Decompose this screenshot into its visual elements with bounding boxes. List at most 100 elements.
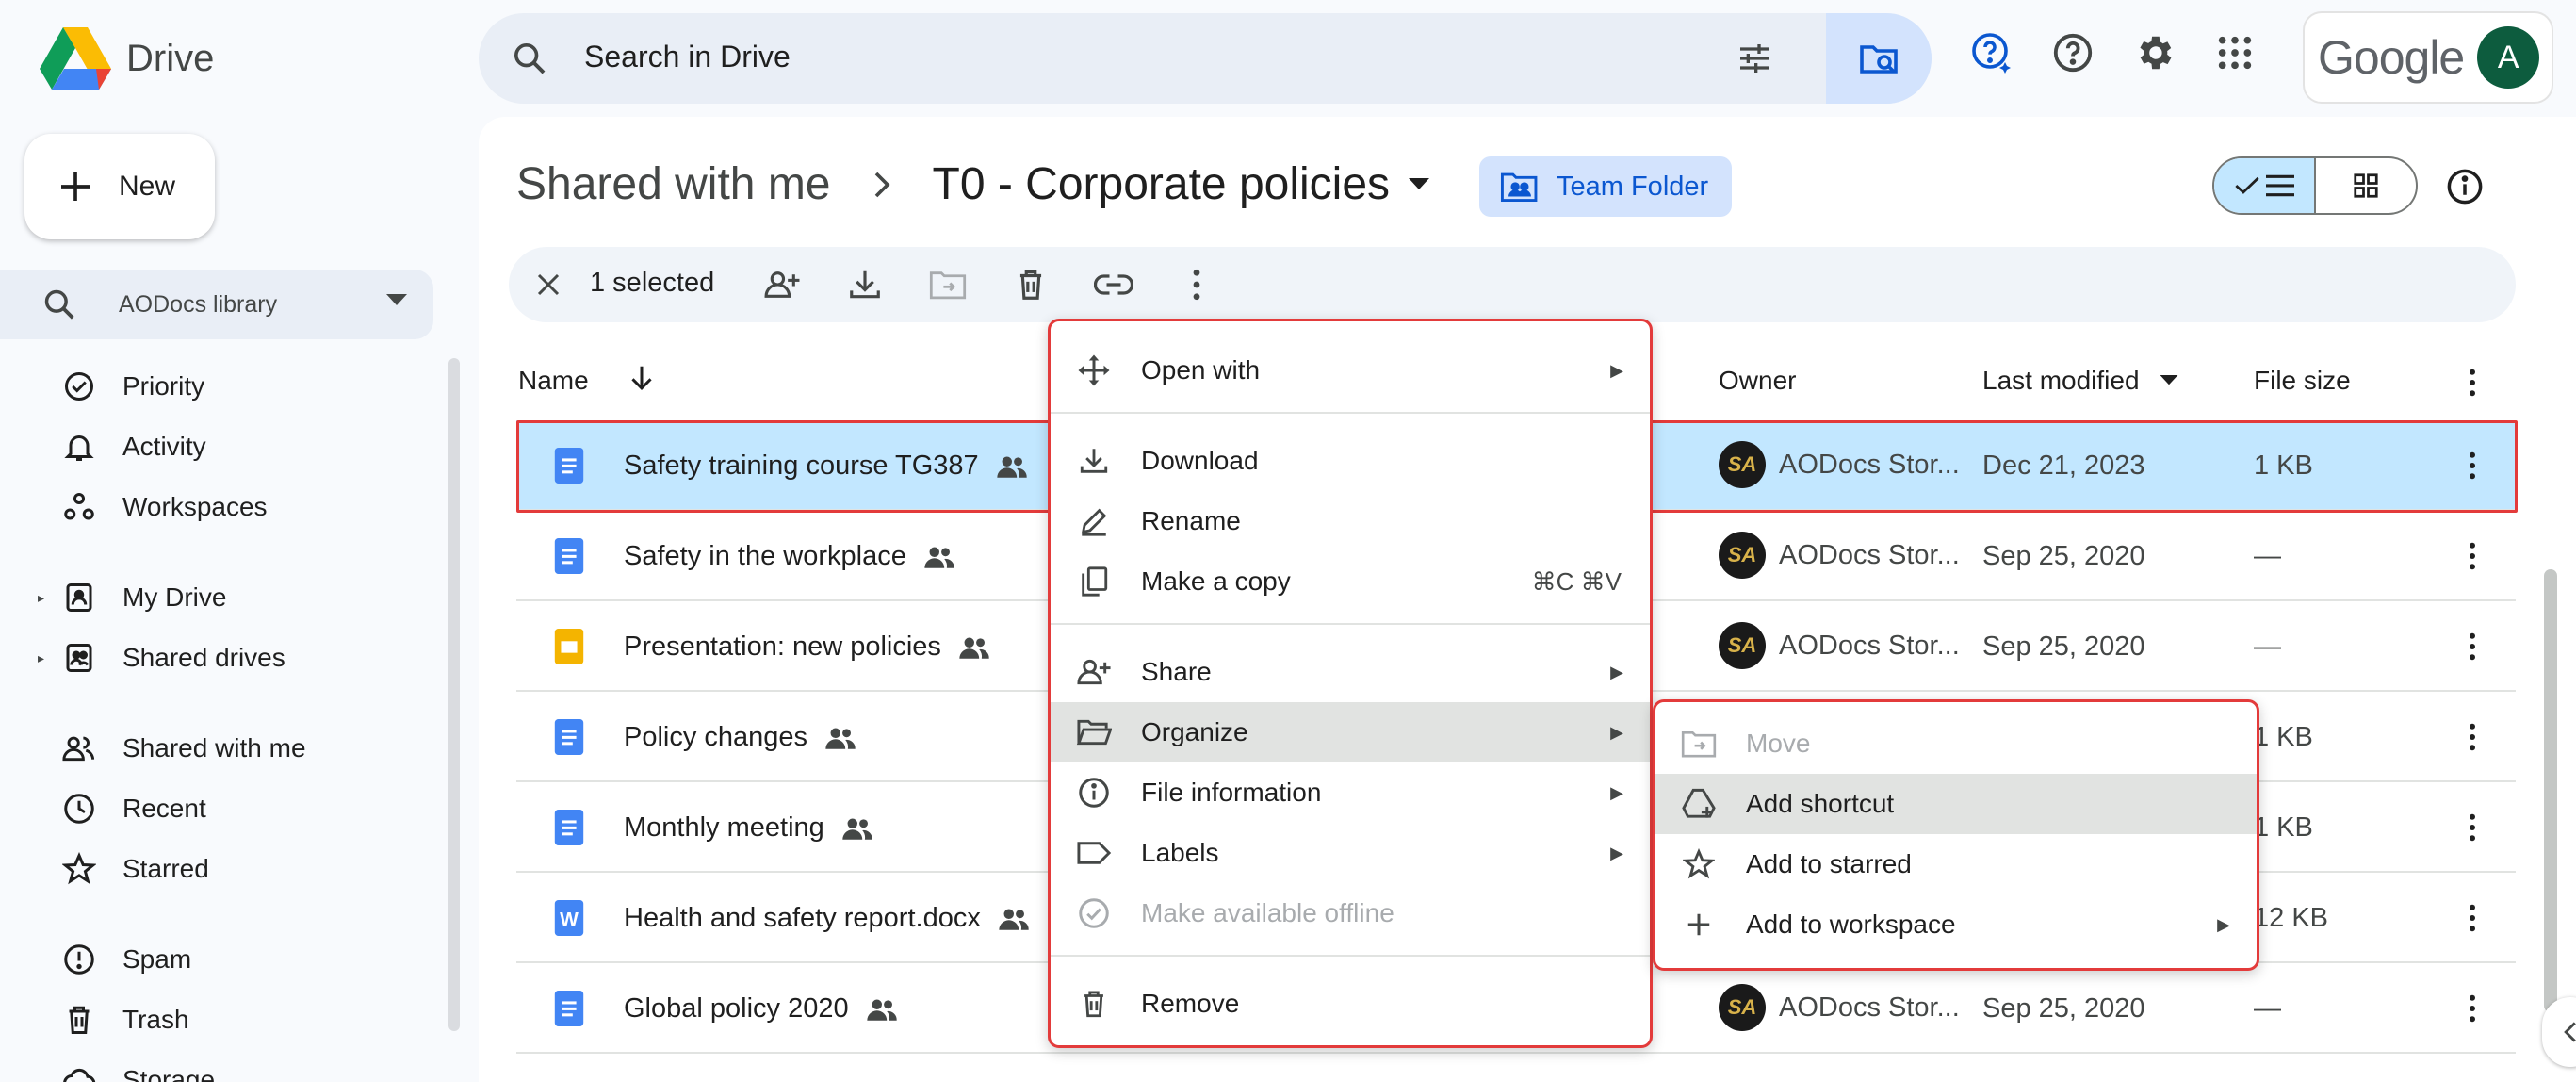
file-size: —	[2254, 541, 2281, 571]
trash-icon[interactable]	[1008, 262, 1053, 307]
file-name-text: Global policy 2020	[624, 993, 849, 1024]
caret-down-icon[interactable]	[1409, 177, 1430, 191]
grid-view-button[interactable]	[2316, 158, 2416, 213]
add-person-icon[interactable]	[759, 262, 805, 307]
last-modified: Sep 25, 2020	[1982, 631, 2145, 662]
clock-icon	[58, 788, 100, 829]
submenu-item-add-workspace[interactable]: Add to workspace ▶	[1655, 894, 2257, 955]
close-icon[interactable]	[528, 264, 569, 305]
breadcrumb-parent[interactable]: Shared with me	[516, 158, 831, 210]
menu-item-organize[interactable]: Organize ▶	[1051, 702, 1650, 762]
menu-item-make-copy[interactable]: Make a copy ⌘C ⌘V	[1051, 551, 1650, 612]
search-bar[interactable]: Search in Drive	[479, 13, 1932, 104]
sidebar-item-label: Recent	[122, 794, 206, 823]
sort-arrow-icon[interactable]	[629, 364, 654, 392]
sidebar-item-my-drive[interactable]: ▸ My Drive	[0, 569, 443, 626]
avatar[interactable]: A	[2477, 26, 2540, 89]
menu-item-download[interactable]: Download	[1051, 431, 1650, 491]
sidebar-scrollbar[interactable]	[448, 358, 460, 1031]
apps-grid-icon[interactable]	[2212, 30, 2258, 75]
column-header-owner[interactable]: Owner	[1719, 366, 1796, 396]
account-switcher[interactable]: Google A	[2303, 11, 2553, 104]
help-icon[interactable]	[2050, 30, 2095, 75]
help-sparkle-icon[interactable]	[1969, 30, 2014, 75]
sidebar-item-label: Workspaces	[122, 492, 268, 521]
submenu-item-add-shortcut[interactable]: Add shortcut	[1655, 774, 2257, 834]
more-vert-icon[interactable]	[2450, 533, 2495, 579]
sidebar-item-recent[interactable]: Recent	[0, 780, 443, 837]
sidebar-item-workspaces[interactable]: Workspaces	[0, 479, 443, 535]
selection-action-bar: 1 selected	[509, 247, 2516, 322]
info-icon[interactable]	[2442, 164, 2487, 209]
advanced-search-button[interactable]	[1826, 13, 1932, 104]
sidebar-item-shared-drives[interactable]: ▸ Shared drives	[0, 630, 443, 686]
shared-people-icon	[998, 908, 1030, 930]
submenu-arrow-icon: ▶	[1610, 843, 1623, 862]
priority-icon	[58, 366, 100, 407]
sidebar-item-trash[interactable]: Trash	[0, 992, 443, 1048]
menu-item-label: Add to starred	[1746, 849, 1912, 878]
new-button[interactable]: New	[24, 134, 215, 239]
menu-item-label: Organize	[1141, 717, 1248, 746]
selection-count: 1 selected	[590, 268, 715, 298]
library-selector[interactable]: AODocs library	[0, 270, 433, 339]
page-title[interactable]: T0 - Corporate policies	[933, 158, 1391, 210]
menu-item-file-information[interactable]: File information ▶	[1051, 762, 1650, 823]
more-vert-icon[interactable]	[1174, 262, 1219, 307]
owner: SA AODocs Stor...	[1719, 532, 1960, 579]
list-view-button[interactable]	[2214, 158, 2316, 213]
owner-name: AODocs Stor...	[1779, 539, 1960, 570]
menu-item-labels[interactable]: Labels ▶	[1051, 823, 1650, 883]
sidebar-item-label: Storage	[122, 1065, 216, 1082]
expand-arrow-icon[interactable]: ▸	[38, 590, 57, 606]
main-scrollbar[interactable]	[2544, 569, 2557, 1012]
file-name: Global policy 2020	[624, 993, 898, 1025]
file-size: 1 KB	[2254, 812, 2313, 843]
sidebar-item-storage[interactable]: Storage	[0, 1052, 443, 1082]
column-header-name[interactable]: Name	[518, 366, 589, 396]
move-to-folder-icon[interactable]	[925, 262, 970, 307]
link-icon[interactable]	[1091, 262, 1136, 307]
search-input[interactable]: Search in Drive	[584, 40, 791, 74]
search-icon[interactable]	[507, 36, 552, 81]
download-icon[interactable]	[842, 262, 888, 307]
sidebar-item-shared-with-me[interactable]: Shared with me	[0, 720, 443, 777]
more-vert-icon[interactable]	[2450, 986, 2495, 1031]
menu-item-share[interactable]: Share ▶	[1051, 642, 1650, 702]
column-header-size[interactable]: File size	[2254, 366, 2351, 396]
expand-arrow-icon[interactable]: ▸	[38, 650, 57, 666]
file-name-text: Presentation: new policies	[624, 631, 941, 662]
file-size: 12 KB	[2254, 903, 2328, 933]
more-vert-icon[interactable]	[2450, 624, 2495, 669]
sidebar-item-activity[interactable]: Activity	[0, 418, 443, 475]
menu-item-remove[interactable]: Remove	[1051, 974, 1650, 1034]
more-vert-icon[interactable]	[2450, 895, 2495, 941]
plus-icon	[57, 168, 94, 205]
submenu-arrow-icon: ▶	[1610, 662, 1623, 681]
owner-avatar: SA	[1719, 532, 1766, 579]
more-vert-icon[interactable]	[2450, 805, 2495, 850]
google-doc-icon	[550, 990, 588, 1027]
sidebar-item-priority[interactable]: Priority	[0, 358, 443, 415]
owner-avatar: SA	[1719, 622, 1766, 669]
settings-gear-icon[interactable]	[2131, 30, 2177, 75]
more-vert-icon[interactable]	[2450, 360, 2495, 405]
column-header-modified[interactable]: Last modified	[1982, 366, 2140, 396]
file-size: 1 KB	[2254, 722, 2313, 752]
caret-down-icon[interactable]	[2160, 375, 2178, 386]
team-folder-badge[interactable]: Team Folder	[1479, 156, 1732, 217]
sidebar-item-spam[interactable]: Spam	[0, 931, 443, 988]
drive-logo[interactable]: Drive	[40, 25, 237, 92]
submenu-item-add-starred[interactable]: Add to starred	[1655, 834, 2257, 894]
more-vert-icon[interactable]	[2450, 714, 2495, 760]
menu-item-open-with[interactable]: Open with ▶	[1051, 340, 1650, 401]
owner: SA AODocs Stor...	[1719, 984, 1960, 1031]
sidebar-item-label: Shared with me	[122, 733, 306, 762]
owner-avatar: SA	[1719, 984, 1766, 1031]
star-icon	[1678, 844, 1720, 885]
search-icon	[41, 287, 77, 322]
sidebar-item-starred[interactable]: Starred	[0, 841, 443, 897]
search-options-icon[interactable]	[1732, 36, 1777, 81]
menu-item-rename[interactable]: Rename	[1051, 491, 1650, 551]
menu-item-label: Move	[1746, 729, 1811, 758]
